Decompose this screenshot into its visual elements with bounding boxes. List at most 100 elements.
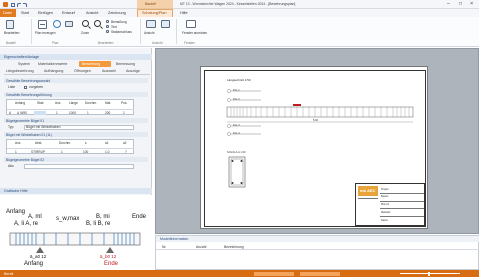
group-label-bearbeiten: Bearbeiten <box>98 41 114 45</box>
plan-aktualisieren-button[interactable] <box>52 19 62 37</box>
fenster-anordnen-label: Fenster anordnen <box>182 31 208 35</box>
status-indicator-2 <box>300 271 340 276</box>
beam-outline <box>226 106 414 118</box>
tab-oeffnungen[interactable]: Öffnungen <box>74 69 91 73</box>
bearbeiten-label: Bearbeiten <box>4 31 20 35</box>
table-cell: 200 <box>105 111 111 115</box>
tab-system[interactable]: System <box>18 62 30 66</box>
table2-header: a2 <box>123 141 127 145</box>
tab-hilfe[interactable]: Hilfe <box>180 11 188 15</box>
plan-erzeugen-button[interactable]: Plan erzeugen <box>35 19 56 37</box>
save-icon[interactable] <box>11 2 15 7</box>
ansicht-2-button[interactable] <box>160 19 172 37</box>
view-icon <box>146 20 156 28</box>
minimize-button[interactable]: – <box>447 1 450 7</box>
stabanschluss-button[interactable] <box>92 19 104 37</box>
text-item-label: Text <box>111 24 117 29</box>
logo-text: mb AEC <box>360 188 376 193</box>
printer-icon <box>65 21 73 27</box>
zoom-button[interactable]: Zoom <box>80 19 92 37</box>
title-block-row: Bauteil <box>380 194 424 202</box>
title-block-row: Maßstab <box>380 209 424 218</box>
tab-laengsbewehrung[interactable]: Längsbewehrung <box>6 69 34 73</box>
title-block-cell: Bauteil <box>381 195 389 199</box>
tabs-row-2: Längsbewehrung Aufhängung Öffnungen Ausw… <box>4 69 150 75</box>
tab-zeichnung[interactable]: Zeichnung <box>108 11 126 15</box>
cursor-icon <box>6 20 14 29</box>
stabanschluss-item[interactable]: Stabanschluss <box>106 30 136 34</box>
window-title: MT 13 - Wormsbecher Wagen 2024 - Kessels… <box>180 2 296 6</box>
table-row[interactable]: 1 STIRRUP 1 100 1.0 ? <box>7 148 134 154</box>
zoom-slider-thumb[interactable] <box>428 271 430 276</box>
field5-input[interactable] <box>24 163 134 169</box>
help-start-bottom-label: Anfang <box>24 261 44 267</box>
group-label-ansicht: Ansicht <box>152 41 163 45</box>
stabanschluss-label: Stabanschluss <box>111 29 132 34</box>
zoom-slider[interactable] <box>400 273 460 274</box>
bottom-col-nr: Nr. <box>162 245 167 249</box>
title-bar: Bauteil MT 13 - Wormsbecher Wagen 2024 -… <box>0 0 479 9</box>
field3-value: Bügel mit Winkelhaken <box>26 125 61 129</box>
help-end-bottom-label: Ende <box>104 261 119 267</box>
help-b-mi-label: B, mi <box>96 214 110 220</box>
help-a-ml-label: A, ml <box>28 214 42 220</box>
ansicht-button[interactable]: Ansicht <box>144 19 158 37</box>
redo-icon[interactable] <box>23 2 27 7</box>
contextual-header-label: Bauteil <box>145 2 156 6</box>
app-icon <box>3 2 8 7</box>
bottom-col-anzahl: Anzahl <box>196 245 207 249</box>
bearbeiten-button[interactable]: Bearbeiten <box>4 19 20 37</box>
fenster-anordnen-button[interactable]: Fenster anordnen <box>182 19 207 37</box>
bemassung-label: Bemaßung <box>111 19 127 24</box>
section-4-title: Bügel mit Winkelhaken 01 (11) <box>6 132 52 137</box>
reinforcement-table: Anfang Stab Anz. Länge Durchm. Mat. Pos.… <box>6 99 134 115</box>
table-header-mat: Mat. <box>105 101 112 105</box>
tab-ansicht[interactable]: Ansicht <box>86 11 98 15</box>
magnifier-icon-handle <box>100 26 103 29</box>
title-block-row: Projekt <box>380 186 424 194</box>
table-header-laenge: Länge <box>69 101 78 105</box>
cross-section-drawing <box>228 156 246 188</box>
bottom-panel-header <box>156 236 479 242</box>
help-support-right <box>106 247 114 253</box>
table-row[interactable]: A A III/90 1 1000 1 200 1 <box>7 109 134 115</box>
tab-auswahl[interactable]: Auswahl <box>102 69 116 73</box>
ansicht-label: Ansicht <box>144 31 155 35</box>
tab-bemessung[interactable]: Bemessung <box>116 62 135 66</box>
bemassung-item[interactable]: Bemaßung <box>106 20 136 24</box>
tab-einfuegen[interactable]: Einfügen <box>38 11 53 15</box>
maximize-button[interactable]: □ <box>459 1 462 7</box>
tab-start[interactable]: Start <box>21 11 29 15</box>
help-swmax-label: s_w,max <box>56 216 80 222</box>
field1-checkbox[interactable] <box>24 85 27 89</box>
tab-auszuege[interactable]: Auszüge <box>126 69 140 73</box>
dimension-label: 5,00 <box>313 119 319 122</box>
pos-label: Pos 4 <box>233 132 240 135</box>
table-header-stab: Stab <box>37 101 44 105</box>
tab-aufhaengung[interactable]: Aufhängung <box>44 69 63 73</box>
close-button[interactable]: × <box>470 1 473 7</box>
section-3-title: Bügelgeometrie Bügel 01 <box>6 118 45 123</box>
status-bar: Bereit <box>0 270 479 277</box>
table-cell-highlight <box>34 110 46 115</box>
table2-cell: ? <box>125 150 127 154</box>
table2-cell: 1.0 <box>105 150 110 154</box>
section-1-title: Gewählte Bewehrungsanzahl <box>6 78 51 83</box>
help-diagram: Anfang A, ml A, li A, re s_w,max B, mi B… <box>0 195 152 270</box>
ribbon: Bearbeiten Bauteil Plan erzeugen Plan Zo… <box>0 17 479 47</box>
field3-label: Typ <box>8 125 14 129</box>
tab-materialkennwerte[interactable]: Materialkennwerte <box>38 62 67 66</box>
table2-header: s <box>85 141 87 145</box>
tab-entwurf[interactable]: Entwurf <box>62 11 75 15</box>
title-block-row: Plan-Nr. <box>380 202 424 210</box>
help-beam-graphic <box>9 232 141 253</box>
drawing-canvas[interactable]: Längsschnitt 1:50 Pos 1 Pos 2 Pos 3 Pos … <box>155 48 479 234</box>
bottom-table-header: Nr. Anzahl Bezeichnung <box>156 244 479 250</box>
title-block: mb AEC Projekt Bauteil Plan-Nr. Maßstab … <box>355 183 425 226</box>
undo-icon[interactable] <box>17 2 21 7</box>
table2-cell: 100 <box>83 150 89 154</box>
field5-label: Abs <box>8 164 14 168</box>
text-item[interactable]: Text <box>106 25 136 29</box>
title-block-cell: Projekt <box>381 187 389 191</box>
drucken-button[interactable] <box>63 19 75 37</box>
